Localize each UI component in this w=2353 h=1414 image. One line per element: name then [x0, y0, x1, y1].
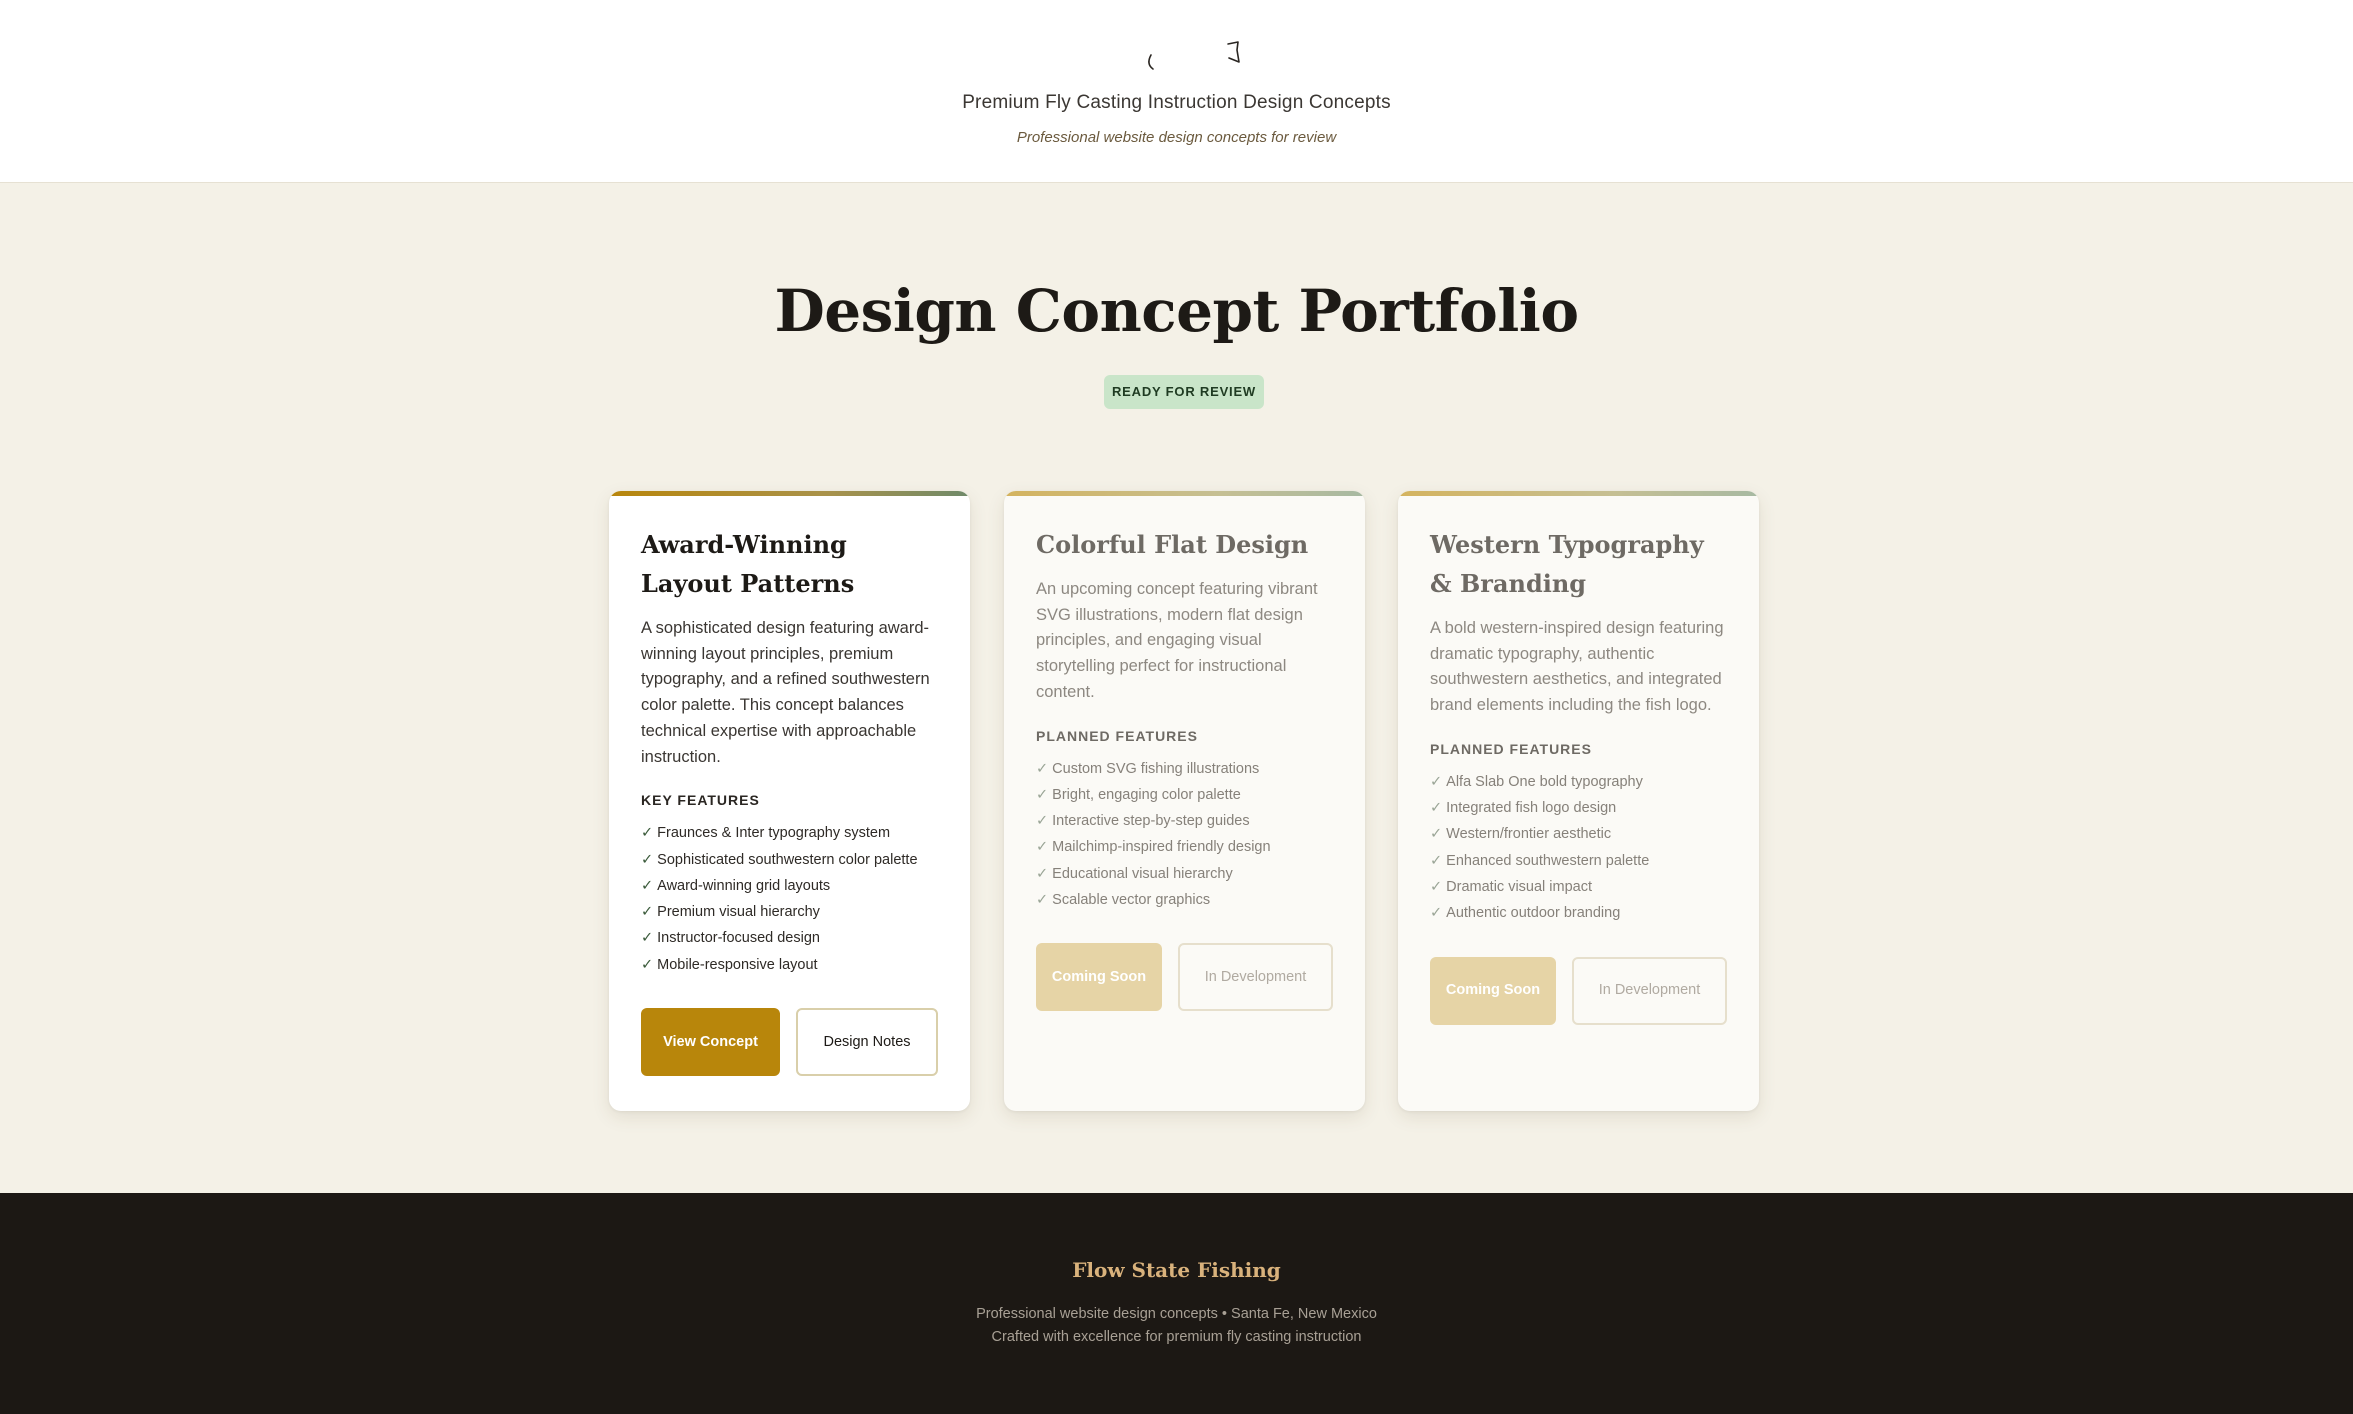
- feature-item: ✓ Fraunces & Inter typography system: [641, 825, 891, 842]
- check-icon: ✓: [1430, 826, 1443, 843]
- check-icon: ✓: [1036, 892, 1049, 908]
- check-icon: ✓: [1036, 786, 1049, 803]
- check-icon: ✓: [641, 877, 654, 894]
- check-icon: ✓: [1430, 879, 1443, 895]
- footer-brand: Flow State Fishing: [1072, 1258, 1281, 1282]
- features-heading: KEY FEATURES: [641, 792, 760, 809]
- feature-item: ✓ Award-winning grid layouts: [641, 877, 831, 894]
- footer-location: Professional website design concepts • S…: [976, 1306, 1377, 1322]
- feature-item: ✓ Educational visual hierarchy: [1036, 865, 1233, 882]
- card-title: Western Typography & Branding: [1430, 530, 1704, 598]
- main-content: Design Concept Portfolio READY FOR REVIE…: [0, 183, 2353, 1193]
- check-icon: ✓: [641, 904, 654, 921]
- feature-item: ✓ Mailchimp-inspired friendly design: [1036, 839, 1271, 856]
- feature-item: ✓ Scalable vector graphics: [1036, 892, 1211, 908]
- page-title: Design Concept Portfolio: [774, 277, 1579, 345]
- status-badge: READY FOR REVIEW: [1104, 375, 1264, 409]
- check-icon: ✓: [641, 956, 654, 973]
- card-description: A sophisticated design featuring award-w…: [641, 619, 930, 766]
- check-icon: ✓: [1430, 773, 1443, 790]
- in-development-button[interactable]: In Development: [1178, 943, 1333, 1012]
- coming-soon-button[interactable]: Coming Soon: [1036, 943, 1162, 1012]
- feature-item: ✓ Instructor-focused design: [641, 930, 820, 947]
- check-icon: ✓: [1430, 852, 1443, 869]
- feature-list: ✓ Alfa Slab One bold typography ✓ Integrat…: [1430, 769, 1727, 927]
- feature-item: ✓ Mobile-responsive layout: [641, 956, 818, 973]
- card-description: A bold western-inspired design featuring…: [1430, 619, 1724, 715]
- in-development-button[interactable]: In Development: [1572, 956, 1727, 1025]
- card-description: An upcoming concept featuring vibrant SV…: [1036, 580, 1318, 701]
- check-icon: ✓: [641, 930, 654, 947]
- fish-logo-icon: [1148, 41, 1240, 70]
- view-concept-button[interactable]: View Concept: [641, 1008, 780, 1076]
- card-actions: Coming Soon In Development: [1430, 956, 1727, 1025]
- feature-item: ✓ Interactive step-by-step guides: [1036, 813, 1250, 830]
- feature-item: ✓ Enhanced southwestern palette: [1430, 852, 1650, 869]
- check-icon: ✓: [1430, 905, 1443, 922]
- check-icon: ✓: [1036, 760, 1049, 777]
- card-actions: View Concept Design Notes: [641, 1008, 938, 1076]
- check-icon: ✓: [1036, 813, 1049, 830]
- feature-item: ✓ Authentic outdoor branding: [1430, 905, 1621, 922]
- check-icon: ✓: [641, 851, 654, 868]
- check-icon: ✓: [641, 825, 654, 842]
- features-heading: PLANNED FEATURES: [1430, 740, 1592, 757]
- feature-list: ✓ Custom SVG fishing illustrations ✓ Brigh…: [1036, 756, 1333, 914]
- concept-card-flat: Colorful Flat Design An upcoming concept…: [1004, 491, 1365, 1111]
- feature-item: ✓ Alfa Slab One bold typography: [1430, 773, 1643, 790]
- card-actions: Coming Soon In Development: [1036, 943, 1333, 1012]
- feature-item: ✓ Bright, engaging color palette: [1036, 786, 1241, 803]
- check-icon: ✓: [1036, 839, 1049, 856]
- features-heading: PLANNED FEATURES: [1036, 727, 1198, 744]
- coming-soon-button[interactable]: Coming Soon: [1430, 956, 1556, 1025]
- check-icon: ✓: [1036, 865, 1049, 882]
- card-title: Award-Winning Layout Patterns: [641, 530, 855, 598]
- feature-item: ✓ Custom SVG fishing illustrations: [1036, 760, 1260, 777]
- header-subtitle: Professional website design concepts for…: [1016, 129, 1337, 146]
- design-notes-button[interactable]: Design Notes: [796, 1008, 938, 1076]
- feature-item: ✓ Western/frontier aesthetic: [1430, 826, 1612, 843]
- concept-card-layout: Award-Winning Layout Patterns A sophisti…: [609, 491, 970, 1111]
- feature-item: ✓ Sophisticated southwestern color palett…: [641, 851, 918, 868]
- feature-item: ✓ Premium visual hierarchy: [641, 904, 820, 921]
- feature-list: ✓ Fraunces & Inter typography system ✓ Sop…: [641, 820, 938, 978]
- card-title: Colorful Flat Design: [1036, 530, 1309, 559]
- site-footer: Flow State Fishing Professional website …: [0, 1193, 2353, 1414]
- feature-item: ✓ Dramatic visual impact: [1430, 879, 1592, 895]
- check-icon: ✓: [1430, 800, 1443, 817]
- concept-card-western: Western Typography & Branding A bold wes…: [1398, 491, 1759, 1111]
- site-header: Premium Fly Casting Instruction Design C…: [0, 0, 2353, 183]
- header-title: Premium Fly Casting Instruction Design C…: [962, 92, 1391, 113]
- footer-tagline: Crafted with excellence for premium fly …: [991, 1329, 1362, 1345]
- feature-item: ✓ Integrated fish logo design: [1430, 800, 1617, 817]
